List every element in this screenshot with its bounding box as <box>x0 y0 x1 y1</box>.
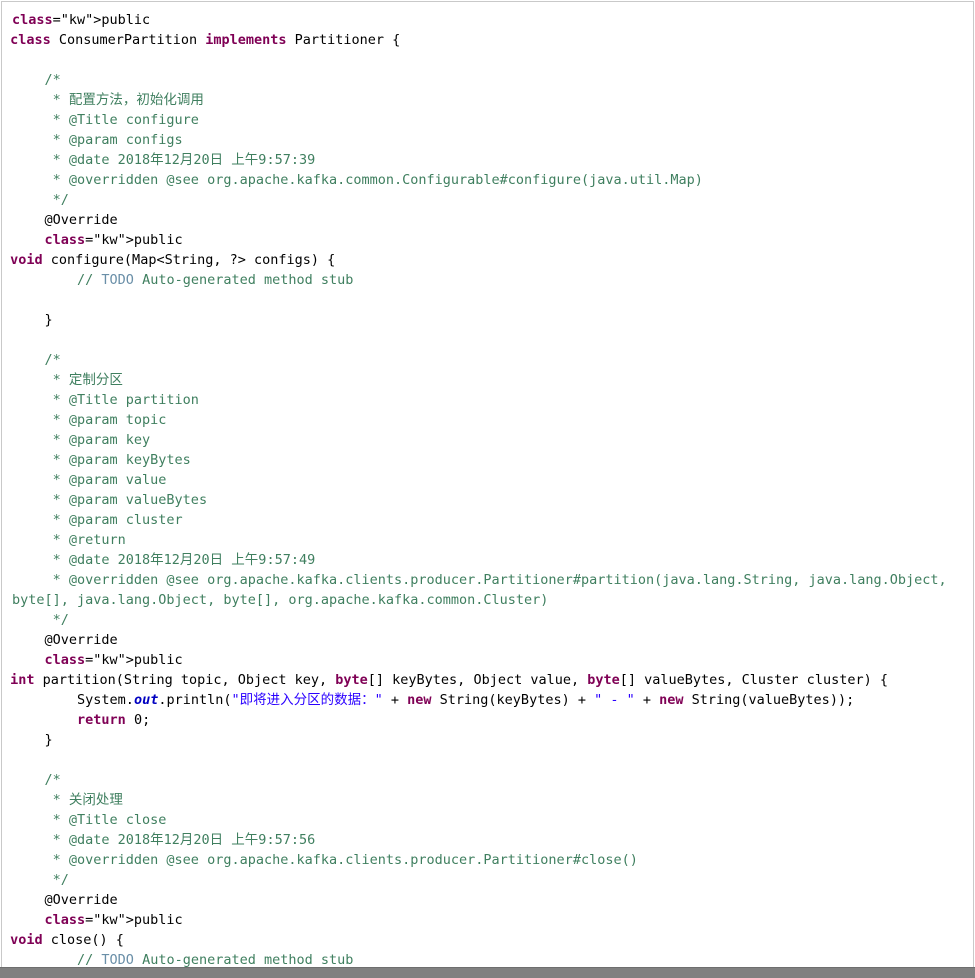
code-line: * 关闭处理 <box>12 792 123 808</box>
code-line: * @Title configure <box>12 112 199 128</box>
code-line: class="kw">public <box>44 652 183 668</box>
code-line: */ <box>12 612 69 628</box>
code-line: * @param cluster <box>12 512 183 528</box>
code-line: * 定制分区 <box>12 372 123 388</box>
code-line: @Override <box>12 212 118 228</box>
code-line: */ <box>12 192 69 208</box>
code-line: } <box>12 312 53 328</box>
code-line: */ <box>12 872 69 888</box>
code-line: class="kw">public <box>44 232 183 248</box>
code-line: System.out.println("即将进入分区的数据：" + new St… <box>12 692 855 708</box>
code-line: * @param value <box>12 472 167 488</box>
code-line: * @overridden @see org.apache.kafka.clie… <box>12 852 638 868</box>
code-line: * @param keyBytes <box>12 452 191 468</box>
code-line: return 0; <box>77 712 151 728</box>
code-line: * @Title partition <box>12 392 199 408</box>
code-line: * @overridden @see org.apache.kafka.comm… <box>12 172 703 188</box>
code-line: * @param topic <box>12 412 167 428</box>
code-line: * @date 2018年12月20日 上午9:57:56 <box>12 832 316 848</box>
code-line: * @Title close <box>12 812 167 828</box>
code-line: * @date 2018年12月20日 上午9:57:39 <box>12 152 316 168</box>
code-line: class="kw">public <box>44 912 183 928</box>
code-line: * 配置方法，初始化调用 <box>12 92 204 108</box>
code-line: @Override <box>12 632 118 648</box>
horizontal-scrollbar[interactable] <box>0 967 975 978</box>
code-line: * @overridden @see org.apache.kafka.clie… <box>12 572 955 608</box>
code-line: @Override <box>12 892 118 908</box>
code-line: * @param configs <box>12 132 183 148</box>
code-line: * @return <box>12 532 126 548</box>
code-line: * @param key <box>12 432 151 448</box>
code-line: /* <box>12 352 61 368</box>
code-line: // TODO Auto-generated method stub <box>12 952 354 968</box>
code-line: } <box>12 732 53 748</box>
code-line: // TODO Auto-generated method stub <box>12 272 354 288</box>
code-viewer: class="kw">public class ConsumerPartitio… <box>0 0 975 978</box>
code-frame: class="kw">public class ConsumerPartitio… <box>1 1 974 968</box>
code-line: /* <box>12 72 61 88</box>
code-line: * @date 2018年12月20日 上午9:57:49 <box>12 552 316 568</box>
code-line: class="kw">public <box>12 12 151 28</box>
code-line: /* <box>12 772 61 788</box>
source-code-block[interactable]: class="kw">public class ConsumerPartitio… <box>2 2 973 968</box>
code-line: * @param valueBytes <box>12 492 208 508</box>
